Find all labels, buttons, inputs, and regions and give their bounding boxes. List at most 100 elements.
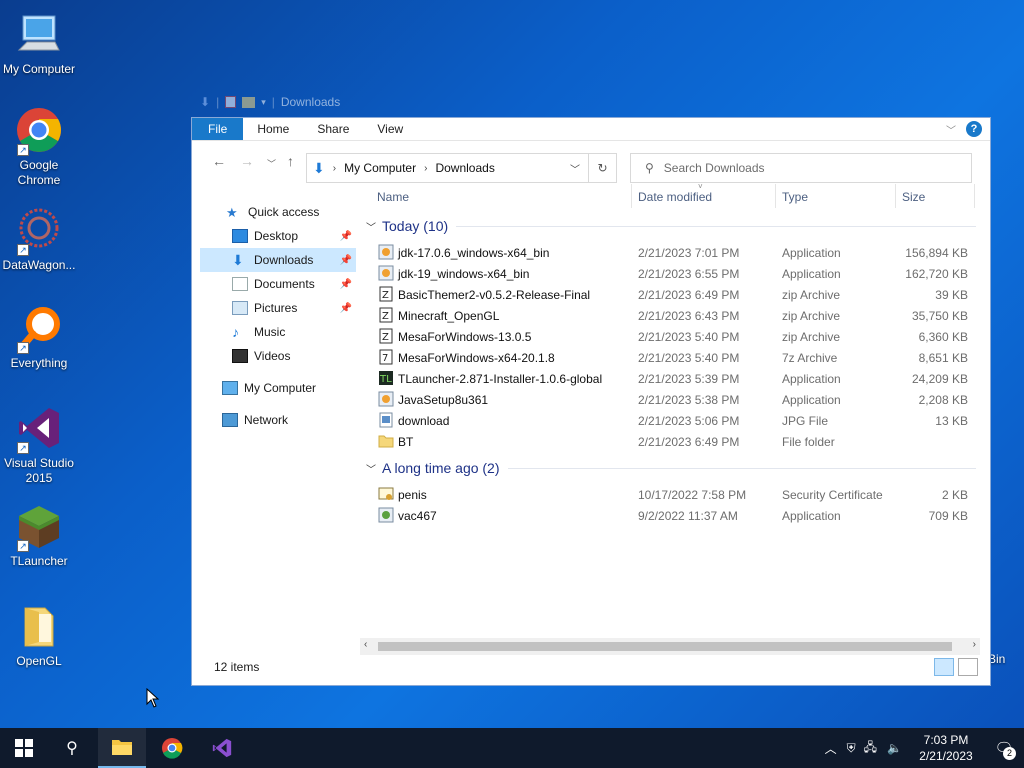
- breadcrumb-separator-icon[interactable]: ›: [424, 163, 427, 174]
- breadcrumb-separator-icon[interactable]: ›: [333, 163, 336, 174]
- back-arrow-icon[interactable]: ←: [212, 153, 226, 169]
- chevron-down-icon[interactable]: ▾: [261, 97, 266, 108]
- nav-videos[interactable]: Videos: [200, 344, 356, 368]
- column-type[interactable]: Type: [782, 190, 808, 204]
- scrollbar-thumb[interactable]: [378, 642, 952, 651]
- column-divider[interactable]: [974, 184, 975, 208]
- file-row[interactable]: jdk-19_windows-x64_bin 2/21/2023 6:55 PM…: [376, 264, 976, 285]
- chevron-down-icon[interactable]: ﹀: [570, 161, 580, 176]
- nav-label: Pictures: [254, 301, 298, 315]
- pin-icon[interactable]: 📌: [340, 303, 352, 314]
- item-count: 12 items: [214, 660, 260, 674]
- column-size[interactable]: Size: [902, 190, 925, 204]
- shortcut-arrow-icon: ↗: [17, 244, 29, 256]
- desktop-icon-datawagon[interactable]: ↗ DataWagon...: [0, 206, 78, 273]
- file-row[interactable]: BT 2/21/2023 6:49 PM File folder: [376, 432, 976, 453]
- nav-music[interactable]: ♪ Music: [200, 320, 356, 344]
- nav-label: Videos: [254, 349, 291, 363]
- nav-pictures[interactable]: Pictures 📌: [200, 296, 356, 320]
- nav-desktop[interactable]: Desktop 📌: [200, 224, 356, 248]
- desktop-icon-my-computer[interactable]: My Computer: [0, 10, 78, 77]
- tab-home[interactable]: Home: [243, 118, 303, 140]
- properties-icon[interactable]: [225, 96, 237, 108]
- breadcrumb-my-computer[interactable]: My Computer: [344, 161, 416, 175]
- column-divider[interactable]: [775, 184, 776, 208]
- file-row[interactable]: Z Minecraft_OpenGL 2/21/2023 6:43 PM zip…: [376, 306, 976, 327]
- file-row[interactable]: TL TLauncher-2.871-Installer-1.0.6-globa…: [376, 369, 976, 390]
- desktop-icon-everything[interactable]: ↗ Everything: [0, 304, 78, 371]
- group-header-long-ago[interactable]: ﹀ A long time ago (2): [366, 460, 976, 476]
- nav-my-computer[interactable]: My Computer: [200, 376, 356, 400]
- file-row[interactable]: vac467 9/2/2022 11:37 AM Application 709…: [376, 506, 976, 527]
- down-arrow-icon[interactable]: ⬇: [200, 95, 210, 109]
- nav-downloads[interactable]: ⬇ Downloads 📌: [200, 248, 356, 272]
- taskbar-file-explorer[interactable]: [98, 728, 146, 768]
- nav-quick-access[interactable]: ★ Quick access: [200, 200, 356, 224]
- group-header-today[interactable]: ﹀ Today (10): [366, 218, 976, 234]
- file-row[interactable]: jdk-17.0.6_windows-x64_bin 2/21/2023 7:0…: [376, 243, 976, 264]
- file-row[interactable]: Z BasicThemer2-v0.5.2-Release-Final 2/21…: [376, 285, 976, 306]
- search-input[interactable]: ⚲ Search Downloads: [630, 153, 972, 183]
- taskbar-chrome[interactable]: [148, 728, 196, 768]
- clock[interactable]: 7:03 PM 2/21/2023: [908, 732, 984, 764]
- file-date: 2/21/2023 7:01 PM: [638, 246, 740, 260]
- ribbon-tabs: File Home Share View ﹀ ?: [192, 118, 990, 141]
- pin-icon[interactable]: 📌: [340, 255, 352, 266]
- scroll-left-icon[interactable]: ‹: [364, 639, 367, 650]
- column-divider[interactable]: [895, 184, 896, 208]
- new-folder-icon[interactable]: [242, 96, 256, 108]
- volume-icon[interactable]: 🔈: [881, 741, 908, 755]
- desktop-icon-label: Visual Studio 2015: [4, 456, 74, 485]
- refresh-icon[interactable]: ↻: [589, 153, 617, 183]
- up-arrow-icon[interactable]: ↑: [287, 153, 294, 169]
- file-size: 35,750 KB: [911, 309, 968, 323]
- desktop-icon-label: Google Chrome: [17, 158, 61, 187]
- desktop-icon-opengl[interactable]: OpenGL: [0, 602, 78, 669]
- recent-locations-icon[interactable]: ﹀: [267, 157, 276, 170]
- chevron-up-icon[interactable]: ︿: [819, 740, 843, 757]
- file-type: Application: [782, 372, 841, 386]
- file-type: zip Archive: [782, 330, 841, 344]
- column-date-modified[interactable]: Date modified: [638, 190, 712, 204]
- pin-icon[interactable]: 📌: [340, 231, 352, 242]
- forward-arrow-icon[interactable]: →: [240, 153, 254, 169]
- desktop-icon-tlauncher[interactable]: ↗ TLauncher: [0, 502, 78, 569]
- column-name[interactable]: Name: [377, 190, 409, 204]
- address-bar[interactable]: ⬇ › My Computer › Downloads ﹀: [306, 153, 589, 183]
- desktop-icon-visual-studio[interactable]: ↗ Visual Studio 2015: [0, 404, 78, 486]
- pin-icon[interactable]: 📌: [340, 279, 352, 290]
- nav-documents[interactable]: Documents 📌: [200, 272, 356, 296]
- notifications-button[interactable]: 🗨 2: [984, 728, 1024, 768]
- help-icon[interactable]: ?: [966, 121, 982, 137]
- taskbar: ⚲ ︿ ⛨ 🖧 🔈 7:03 PM 2/21/2023 🗨 2: [0, 728, 1024, 768]
- large-icons-view-icon[interactable]: [958, 658, 978, 676]
- security-shield-icon[interactable]: ⛨: [843, 741, 860, 756]
- navigation-pane: ★ Quick access Desktop 📌 ⬇ Downloads 📌 D…: [200, 200, 356, 432]
- scroll-right-icon[interactable]: ›: [973, 639, 976, 650]
- tab-share[interactable]: Share: [303, 118, 363, 140]
- shortcut-arrow-icon: ↗: [17, 442, 29, 454]
- file-row[interactable]: 7 MesaForWindows-x64-20.1.8 2/21/2023 5:…: [376, 348, 976, 369]
- tab-file[interactable]: File: [192, 118, 244, 140]
- start-button[interactable]: [0, 728, 48, 768]
- shortcut-arrow-icon: ↗: [17, 540, 29, 552]
- nav-label: My Computer: [244, 381, 317, 395]
- file-row[interactable]: penis 10/17/2022 7:58 PM Security Certif…: [376, 485, 976, 506]
- nav-network[interactable]: Network: [200, 408, 356, 432]
- taskbar-visual-studio[interactable]: [198, 728, 246, 768]
- details-view-icon[interactable]: [934, 658, 954, 676]
- breadcrumb-downloads[interactable]: Downloads: [435, 161, 494, 175]
- horizontal-scrollbar[interactable]: ‹ ›: [360, 638, 980, 655]
- file-row[interactable]: download 2/21/2023 5:06 PM JPG File 13 K…: [376, 411, 976, 432]
- network-icon[interactable]: 🖧: [860, 738, 881, 759]
- expand-ribbon-icon[interactable]: ﹀: [946, 122, 956, 137]
- file-size: 156,894 KB: [905, 246, 968, 260]
- tab-view[interactable]: View: [363, 118, 417, 140]
- desktop-icon-google-chrome[interactable]: ↗ Google Chrome: [0, 106, 78, 188]
- archive-icon: Z: [378, 286, 394, 302]
- system-tray: ︿ ⛨ 🖧 🔈 7:03 PM 2/21/2023 🗨 2: [819, 728, 1024, 768]
- search-button[interactable]: ⚲: [48, 728, 96, 768]
- file-row[interactable]: JavaSetup8u361 2/21/2023 5:38 PM Applica…: [376, 390, 976, 411]
- file-row[interactable]: Z MesaForWindows-13.0.5 2/21/2023 5:40 P…: [376, 327, 976, 348]
- column-divider[interactable]: [631, 184, 632, 208]
